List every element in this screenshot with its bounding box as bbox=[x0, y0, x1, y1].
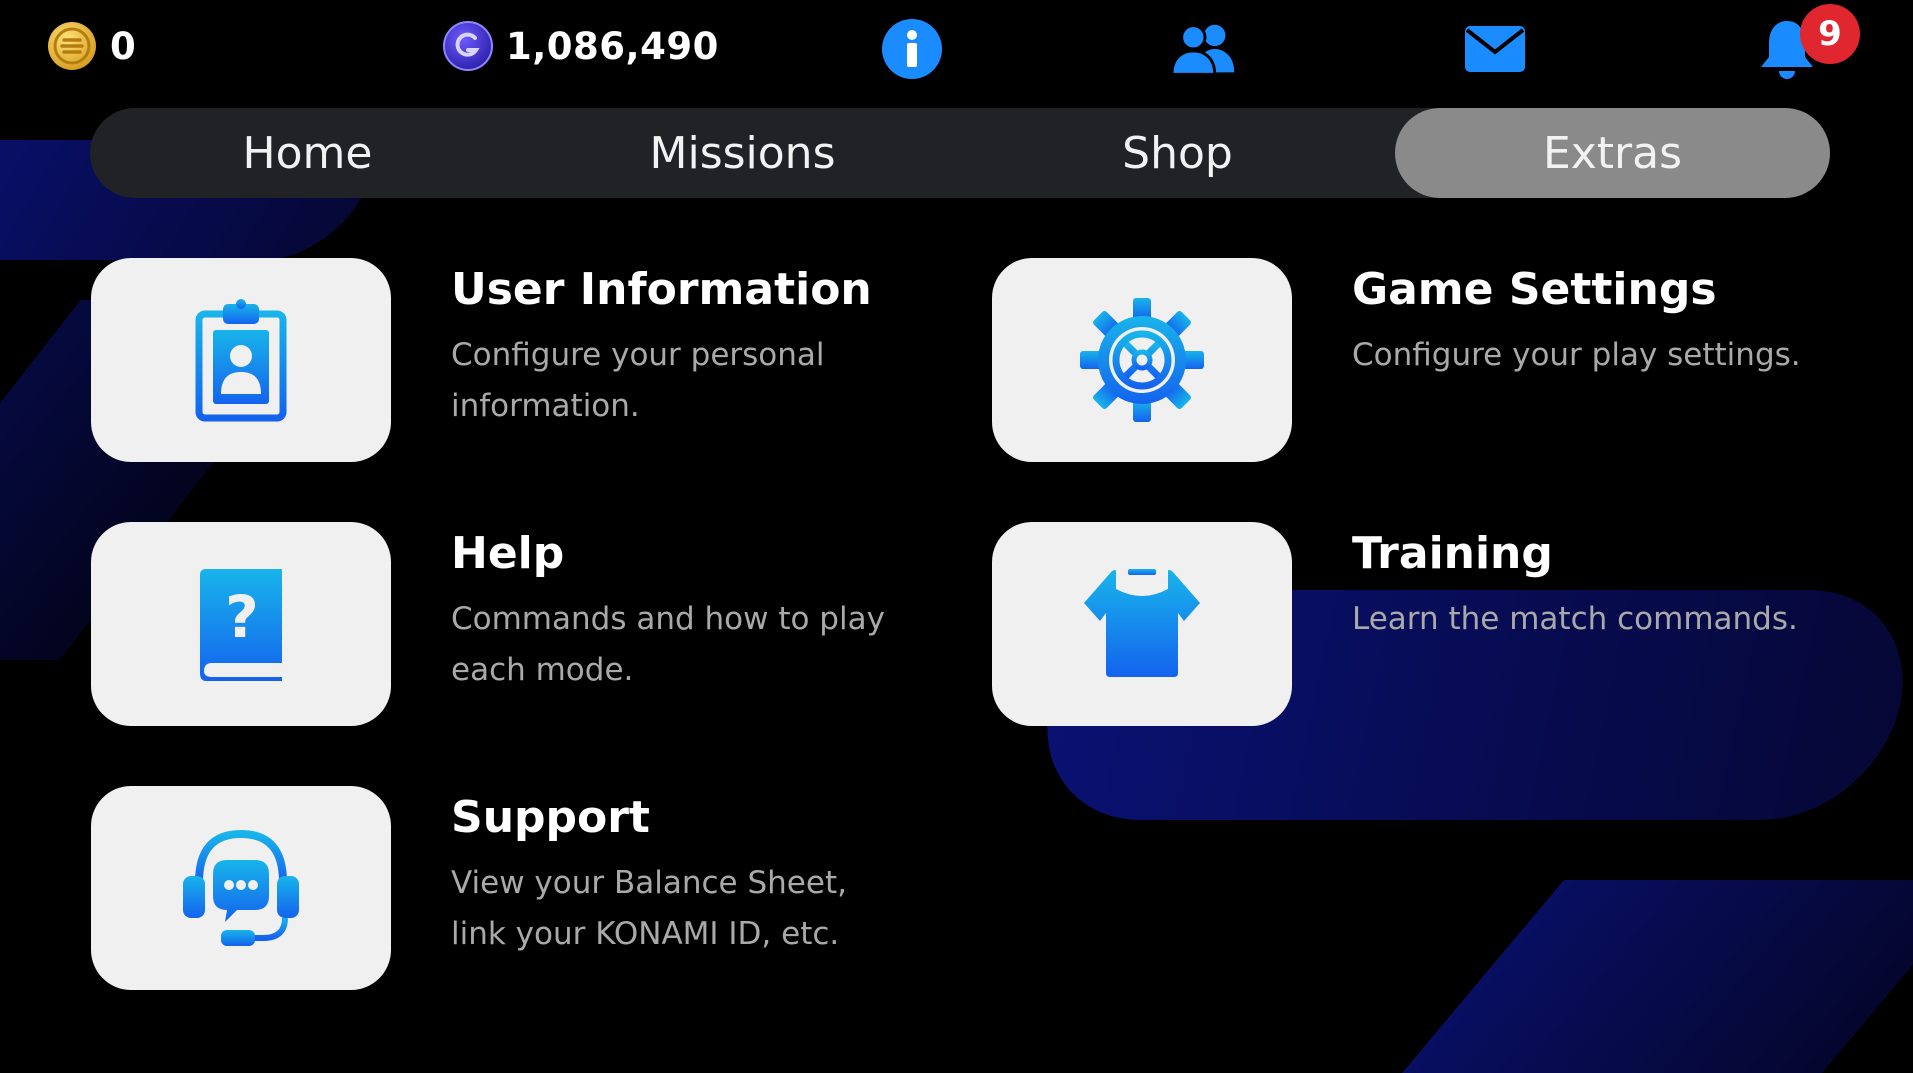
help-title: Help bbox=[451, 528, 565, 579]
help-description: Commands and how to play each mode. bbox=[451, 601, 885, 688]
support-title: Support bbox=[451, 792, 650, 843]
user-information-tile[interactable] bbox=[91, 258, 391, 462]
menu-item-help[interactable]: ? Help Commands and how to play each mod… bbox=[91, 522, 971, 732]
friends-button[interactable] bbox=[1170, 14, 1240, 84]
support-description: View your Balance Sheet, link your KONAM… bbox=[451, 865, 847, 952]
coins-counter: 0 bbox=[46, 18, 136, 74]
training-tile[interactable] bbox=[992, 522, 1292, 726]
mail-icon bbox=[1465, 26, 1525, 72]
user-information-description: Configure your personal information. bbox=[451, 337, 825, 424]
id-badge-icon bbox=[195, 299, 287, 422]
headset-chat-icon bbox=[183, 829, 299, 946]
menu-item-game-settings[interactable]: Game Settings Configure your play settin… bbox=[992, 258, 1872, 468]
info-icon bbox=[882, 19, 942, 79]
menu-item-training[interactable]: Training Learn the match commands. bbox=[992, 522, 1872, 732]
tab-home[interactable]: Home bbox=[90, 108, 525, 198]
bg-stroke-bottom-right bbox=[1396, 880, 1913, 1073]
menu-item-user-information[interactable]: User Information Configure your personal… bbox=[91, 258, 971, 468]
mail-button[interactable] bbox=[1460, 14, 1530, 84]
training-title: Training bbox=[1352, 528, 1553, 579]
game-settings-description: Configure your play settings. bbox=[1352, 337, 1801, 373]
gear-icon bbox=[1080, 298, 1204, 422]
gp-icon bbox=[443, 21, 493, 71]
support-tile[interactable] bbox=[91, 786, 391, 990]
tab-missions[interactable]: Missions bbox=[525, 108, 960, 198]
game-settings-tile[interactable] bbox=[992, 258, 1292, 462]
help-tile[interactable]: ? bbox=[91, 522, 391, 726]
gp-value: 1,086,490 bbox=[506, 24, 719, 68]
training-description: Learn the match commands. bbox=[1352, 601, 1798, 637]
info-button[interactable] bbox=[877, 14, 947, 84]
tab-shop[interactable]: Shop bbox=[960, 108, 1395, 198]
main-tab-bar: Home Missions Shop Extras bbox=[90, 108, 1830, 198]
menu-item-support[interactable]: Support View your Balance Sheet, link yo… bbox=[91, 786, 971, 996]
help-book-icon: ? bbox=[200, 569, 282, 681]
training-shirt-icon bbox=[1084, 569, 1200, 677]
friends-icon bbox=[1170, 24, 1235, 76]
user-information-title: User Information bbox=[451, 264, 872, 315]
game-settings-title: Game Settings bbox=[1352, 264, 1717, 315]
tab-extras[interactable]: Extras bbox=[1395, 108, 1830, 198]
gp-counter: 1,086,490 bbox=[442, 18, 719, 74]
notification-badge: 9 bbox=[1800, 4, 1860, 64]
coin-icon bbox=[48, 22, 96, 70]
coins-value: 0 bbox=[110, 24, 137, 68]
svg-text:?: ? bbox=[225, 583, 259, 651]
status-bar: 0 1,086,490 9 bbox=[0, 0, 1913, 100]
